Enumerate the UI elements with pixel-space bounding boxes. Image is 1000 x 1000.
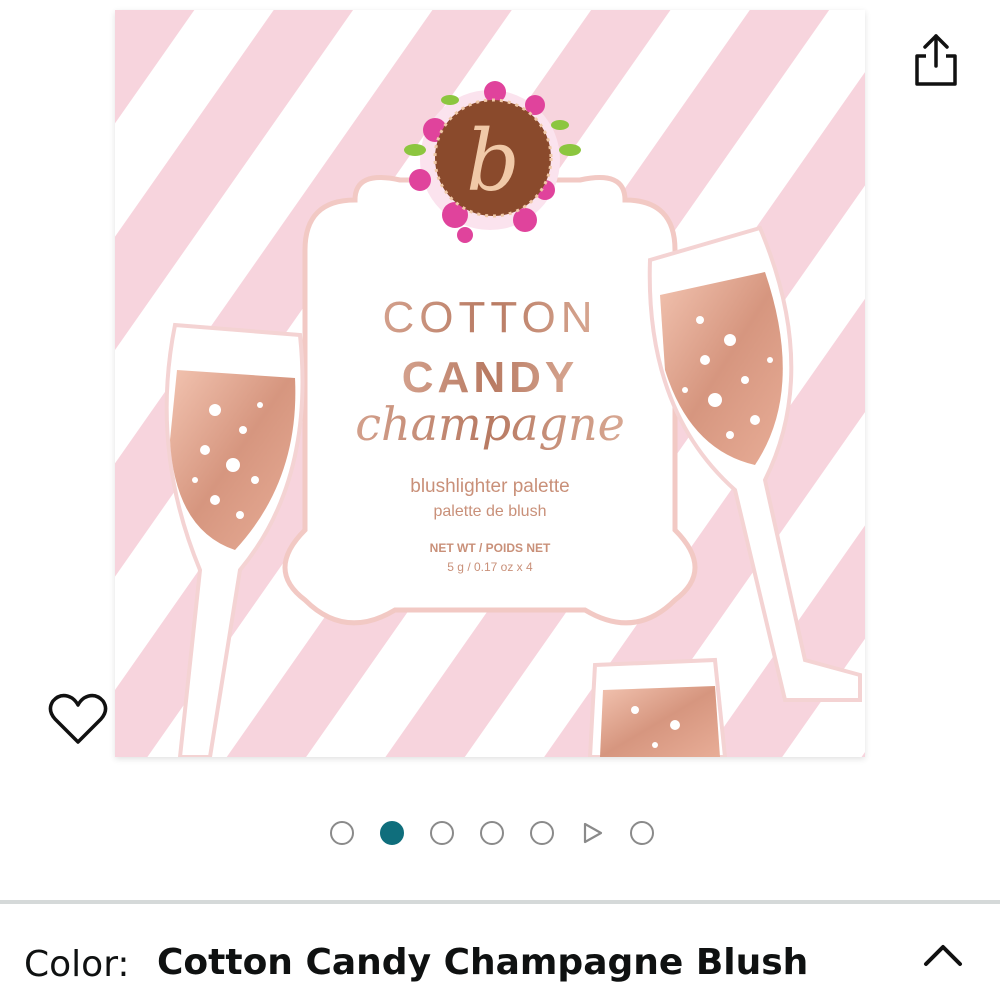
video-play-icon[interactable]	[580, 821, 604, 845]
carousel-dot[interactable]	[530, 821, 554, 845]
net-weight-value: 5 g / 0.17 oz x 4	[447, 560, 533, 574]
carousel-dot[interactable]	[630, 821, 654, 845]
product-line2: CANDY	[402, 353, 578, 402]
net-weight-label: NET WT / POIDS NET	[430, 541, 551, 555]
product-image[interactable]: b COTTON CANDY champagne blushlighter pa…	[115, 10, 865, 757]
image-carousel-indicator	[330, 815, 680, 851]
chevron-up-icon	[924, 945, 962, 966]
carousel-dot[interactable]	[430, 821, 454, 845]
share-button[interactable]	[908, 30, 964, 90]
collapse-button[interactable]	[920, 936, 966, 976]
product-line3: champagne	[355, 397, 625, 451]
carousel-dot[interactable]	[330, 821, 354, 845]
favorite-button[interactable]	[45, 688, 111, 750]
product-line1: COTTON	[383, 293, 598, 342]
share-icon	[915, 34, 957, 86]
heart-icon	[48, 693, 108, 744]
color-label: Color:	[24, 944, 130, 985]
selected-color-value: Cotton Candy Champagne Blush	[157, 942, 809, 983]
subtitle-french: palette de blush	[434, 503, 547, 520]
brand-mark: b	[466, 112, 520, 210]
subtitle-english: blushlighter palette	[410, 476, 570, 497]
carousel-dot[interactable]	[480, 821, 504, 845]
bottom-champagne-glass	[587, 657, 728, 757]
carousel-dot-active[interactable]	[380, 821, 404, 845]
color-variation-row[interactable]: Color: Cotton Candy Champagne Blush	[0, 904, 1000, 1000]
